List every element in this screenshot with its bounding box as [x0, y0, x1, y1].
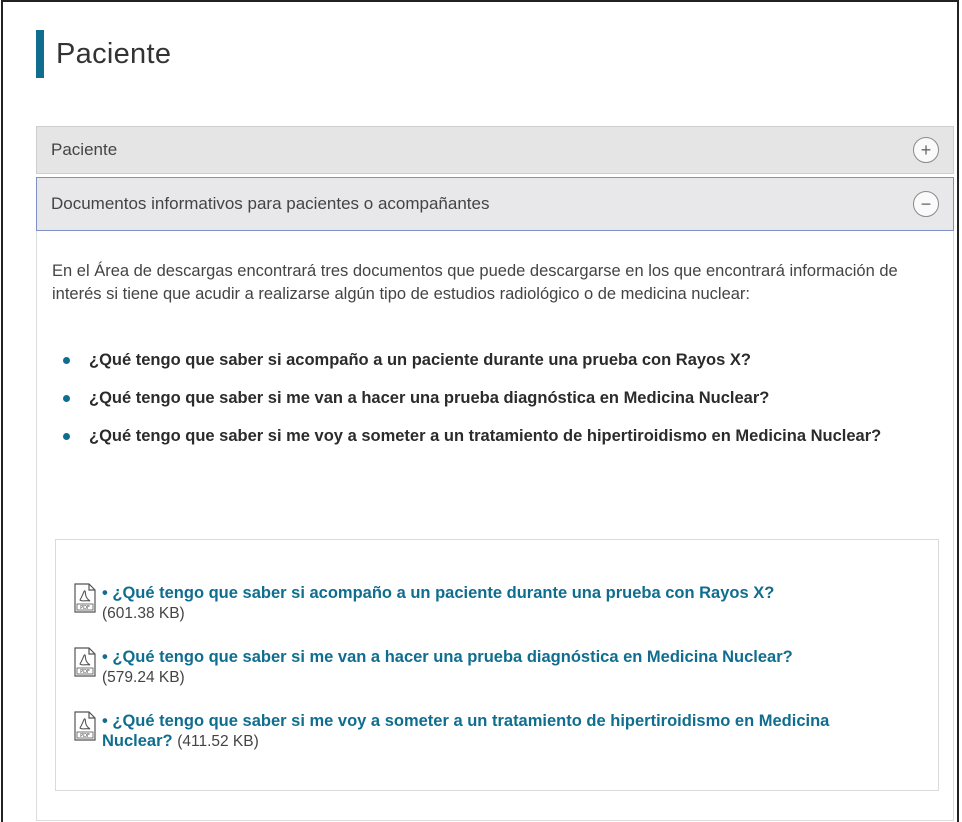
file-size: (579.24 KB): [102, 669, 185, 686]
accordion: Paciente + Documentos informativos para …: [36, 126, 954, 821]
svg-text:PDF: PDF: [80, 605, 90, 611]
file-size: (601.38 KB): [102, 605, 185, 622]
svg-text:PDF: PDF: [80, 733, 90, 739]
download-link[interactable]: • ¿Qué tengo que saber si me van a hacer…: [102, 648, 793, 666]
accordion-header-label: Paciente: [51, 140, 118, 159]
intro-paragraph: En el Área de descargas encontrará tres …: [52, 262, 898, 303]
downloads-box: PDF • ¿Qué tengo que saber si acompaño a…: [55, 539, 939, 791]
pdf-icon: PDF: [74, 711, 96, 741]
list-item: ¿Qué tengo que saber si acompaño a un pa…: [59, 349, 944, 371]
title-accent-bar: [36, 30, 44, 78]
accordion-header-documentos[interactable]: Documentos informativos para pacientes o…: [36, 177, 954, 231]
download-item: PDF • ¿Qué tengo que saber si acompaño a…: [74, 583, 922, 624]
collapse-minus-icon[interactable]: −: [913, 191, 939, 217]
pdf-icon: PDF: [74, 647, 96, 677]
download-item: PDF • ¿Qué tengo que saber si me van a h…: [74, 647, 922, 688]
download-item: PDF • ¿Qué tengo que saber si me voy a s…: [74, 711, 872, 752]
download-link[interactable]: • ¿Qué tengo que saber si acompaño a un …: [102, 584, 774, 602]
file-size: (411.52 KB): [177, 733, 259, 750]
list-item: ¿Qué tengo que saber si me voy a someter…: [59, 425, 944, 447]
pdf-icon: PDF: [74, 583, 96, 613]
page-frame: Paciente Paciente + Documentos informati…: [1, 0, 959, 822]
accordion-header-label: Documentos informativos para pacientes o…: [51, 194, 490, 213]
document-bullet-list: ¿Qué tengo que saber si acompaño a un pa…: [59, 349, 944, 463]
accordion-header-paciente[interactable]: Paciente +: [36, 126, 954, 174]
list-item: ¿Qué tengo que saber si me van a hacer u…: [59, 387, 944, 409]
page-title-text: Paciente: [56, 37, 172, 70]
svg-text:PDF: PDF: [80, 669, 90, 675]
expand-plus-icon[interactable]: +: [913, 137, 939, 163]
page-title: Paciente: [36, 30, 171, 78]
accordion-panel: En el Área de descargas encontrará tres …: [36, 231, 954, 821]
